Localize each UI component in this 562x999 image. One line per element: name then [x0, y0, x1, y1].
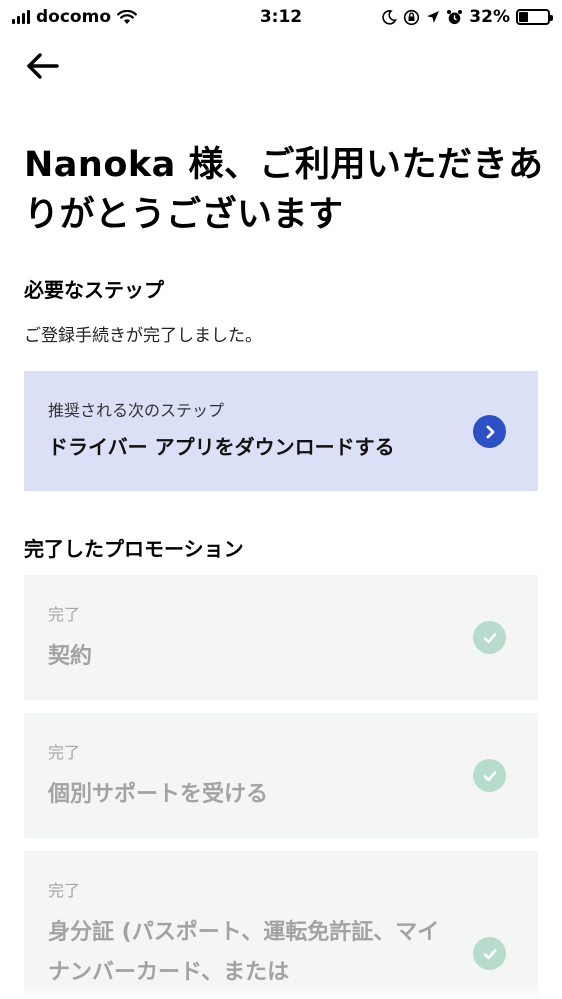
page-title: Nanoka 様、ご利用いただきありがとうございます [24, 145, 544, 235]
promotion-label: 身分証 (パスポート、運転免許証、マイナンバーカード、または [48, 920, 440, 985]
chevron-right-icon [473, 415, 506, 448]
check-icon [473, 937, 506, 970]
check-icon [473, 759, 506, 792]
status-bar: docomo 3:12 32% [0, 0, 562, 34]
promotion-status: 完了 [48, 743, 81, 762]
check-icon [473, 621, 506, 654]
registration-complete-text: ご登録手続きが完了しました。 [24, 326, 262, 346]
arrow-left-icon [27, 53, 59, 79]
promotion-card[interactable]: 完了 個別サポートを受ける [24, 713, 538, 838]
carrier-label: docomo [36, 7, 111, 27]
promotion-label: 個別サポートを受ける [48, 782, 269, 807]
scroll-fade [0, 983, 562, 999]
alarm-icon [447, 9, 463, 24]
status-left: docomo [12, 7, 137, 27]
next-step-caption: 推奨される次のステップ [48, 401, 225, 420]
battery-level [519, 12, 528, 22]
next-step-card[interactable]: 推奨される次のステップ ドライバー アプリをダウンロードする [24, 371, 538, 491]
battery-percent: 32% [469, 7, 510, 27]
promotion-label: 契約 [48, 644, 93, 669]
promotion-card[interactable]: 完了 契約 [24, 575, 538, 700]
clock: 3:12 [259, 7, 303, 27]
signal-icon [12, 10, 30, 24]
moon-icon [382, 10, 398, 25]
promotion-status: 完了 [48, 605, 81, 624]
required-steps-heading: 必要なステップ [24, 278, 164, 302]
app-screen: docomo 3:12 32% Nanoka 様、ご利用いただきありがとうござい… [0, 0, 562, 999]
completed-promotions-heading: 完了したプロモーション [24, 537, 244, 561]
back-button[interactable] [24, 48, 60, 84]
location-icon [427, 11, 440, 23]
promotion-status: 完了 [48, 881, 81, 900]
status-right: 32% [381, 7, 553, 27]
promotion-card[interactable]: 完了 身分証 (パスポート、運転免許証、マイナンバーカード、または [24, 851, 538, 999]
rotation-lock-icon [404, 9, 420, 25]
next-step-action: ドライバー アプリをダウンロードする [48, 435, 395, 459]
wifi-icon [117, 9, 137, 24]
battery-icon [516, 9, 553, 25]
